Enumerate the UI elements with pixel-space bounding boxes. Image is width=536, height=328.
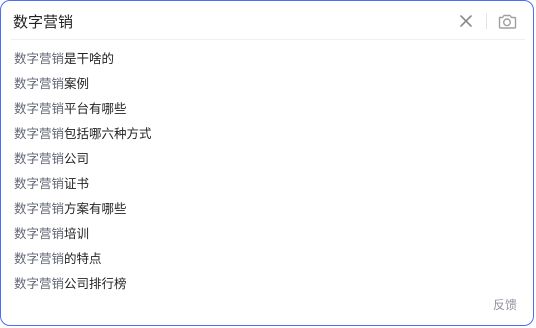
suggestion-query: 数字营销: [14, 251, 65, 266]
suggestion-completion: 证书: [64, 176, 90, 191]
suggestion-completion: 的特点: [64, 251, 102, 266]
suggestion-query: 数字营销: [14, 226, 65, 241]
suggestion-query: 数字营销: [14, 101, 65, 116]
suggestion-query: 数字营销: [14, 276, 65, 291]
suggestion-item[interactable]: 数字营销公司排行榜: [1, 271, 533, 296]
suggestion-item[interactable]: 数字营销证书: [1, 171, 533, 196]
suggestion-item[interactable]: 数字营销案例: [1, 71, 533, 96]
suggestion-item[interactable]: 数字营销的特点: [1, 246, 533, 271]
suggestion-item[interactable]: 数字营销平台有哪些: [1, 96, 533, 121]
suggestion-item[interactable]: 数字营销包括哪六种方式: [1, 121, 533, 146]
image-search-button[interactable]: [496, 10, 518, 32]
suggestion-completion: 平台有哪些: [64, 101, 127, 116]
suggestion-query: 数字营销: [14, 126, 65, 141]
search-suggestion-panel: 数字营销是干啥的 数字营销案例 数字营销平台有哪些 数字营销包括哪六种方式 数字…: [0, 0, 534, 326]
suggestion-completion: 培训: [64, 226, 90, 241]
camera-icon: [498, 14, 517, 29]
suggestion-item[interactable]: 数字营销培训: [1, 221, 533, 246]
feedback-link[interactable]: 反馈: [493, 296, 517, 313]
suggestion-item[interactable]: 数字营销是干啥的: [1, 46, 533, 71]
suggestion-completion: 案例: [64, 76, 90, 91]
suggestion-query: 数字营销: [14, 76, 65, 91]
suggestion-query: 数字营销: [14, 176, 65, 191]
suggestion-completion: 公司排行榜: [64, 276, 127, 291]
search-input-row: [1, 1, 533, 41]
suggestion-query: 数字营销: [14, 201, 65, 216]
search-input[interactable]: [13, 8, 433, 34]
suggestion-completion: 方案有哪些: [64, 201, 127, 216]
suggestion-query: 数字营销: [14, 151, 65, 166]
clear-button[interactable]: [456, 11, 476, 31]
close-icon: [460, 15, 472, 27]
suggestion-item[interactable]: 数字营销方案有哪些: [1, 196, 533, 221]
input-divider: [486, 13, 487, 29]
suggestion-completion: 公司: [64, 151, 90, 166]
suggestion-completion: 包括哪六种方式: [64, 126, 152, 141]
input-separator: [11, 39, 525, 40]
suggestion-completion: 是干啥的: [64, 51, 115, 66]
suggestion-query: 数字营销: [14, 51, 65, 66]
suggestion-item[interactable]: 数字营销公司: [1, 146, 533, 171]
suggestion-list: 数字营销是干啥的 数字营销案例 数字营销平台有哪些 数字营销包括哪六种方式 数字…: [1, 46, 533, 296]
